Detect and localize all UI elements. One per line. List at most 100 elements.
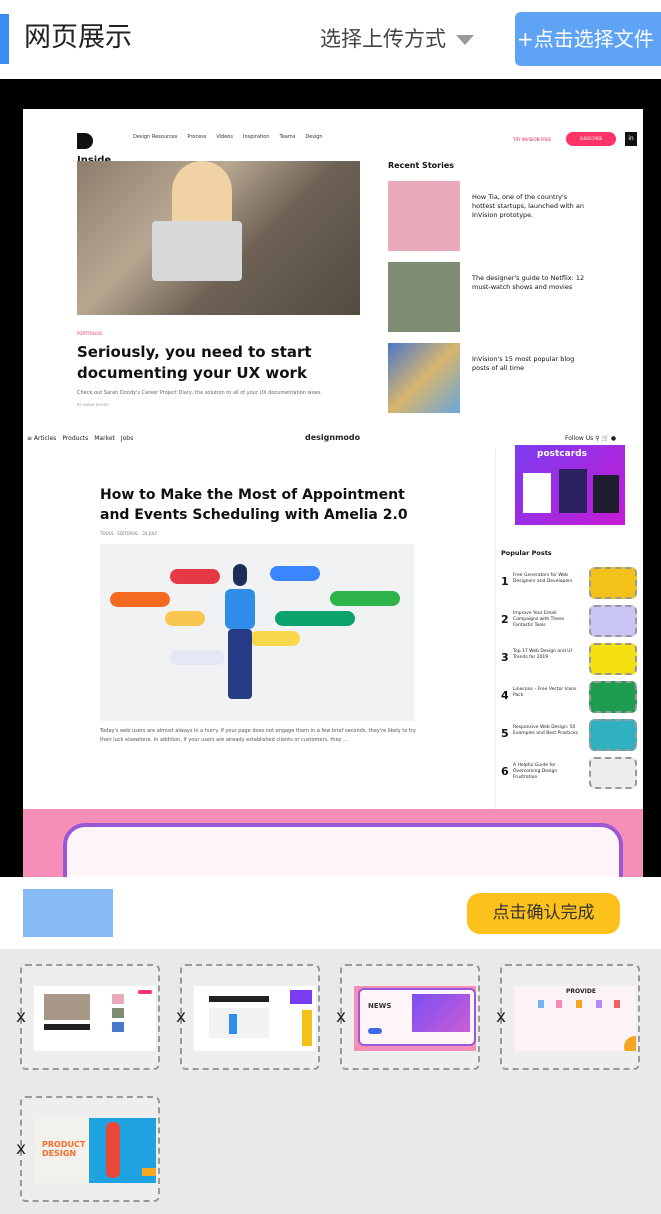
- article-tag: PORTFOLIOS: [77, 331, 103, 336]
- popular-post: 4 Linecons – Free Vector Icons Pack: [501, 681, 641, 715]
- designmodo-sidebar: postcards Popular Posts 1 Free Generator…: [495, 445, 643, 809]
- recent-story: The designer's guide to Netflix: 12 must…: [388, 262, 638, 332]
- byline: BY SARAH DOODY: [77, 403, 109, 407]
- news-page-preview: [23, 809, 643, 877]
- recent-story: How Tia, one of the country's hottest st…: [388, 181, 638, 251]
- caret-down-icon: [456, 35, 474, 45]
- story-image: [388, 343, 460, 413]
- remove-icon[interactable]: x: [336, 1008, 346, 1026]
- post-thumbnail: [589, 719, 637, 751]
- postcards-mockup: [593, 475, 619, 513]
- news-card: [63, 823, 623, 877]
- designmodo-follow: Follow Us ⚲ 🛒 ●: [565, 435, 616, 442]
- thumbnail-image: [34, 986, 156, 1051]
- post-rank: 3: [501, 651, 509, 664]
- post-title: Top 17 Web Design and UI Trends for 2019: [513, 649, 572, 660]
- figure-legs: [228, 629, 252, 699]
- action-bar: 点击确认完成: [0, 877, 661, 949]
- thumbnail-item[interactable]: x: [176, 964, 320, 1070]
- designmodo-page: How to Make the Most of Appointment and …: [23, 445, 643, 809]
- selected-indicator: [23, 889, 113, 937]
- user-icon: ●: [610, 435, 617, 442]
- illustration-pill: [330, 591, 400, 606]
- article-body: Today's web users are almost always in a…: [100, 728, 416, 743]
- post-rank: 6: [501, 765, 509, 778]
- summary-text: Check out Sarah Doody's Career Project D…: [77, 390, 323, 396]
- post-thumbnail: [589, 681, 637, 713]
- figure-torso: [225, 589, 255, 629]
- thumbnail-item[interactable]: x PROVIDE: [496, 964, 640, 1070]
- illustration-pill: [170, 650, 225, 665]
- nav-item: Products: [62, 435, 89, 442]
- postcards-mockup: [523, 473, 551, 513]
- thumbnail-image: NEWS: [354, 986, 476, 1051]
- thumbnail-item[interactable]: x NEWS: [336, 964, 480, 1070]
- illustration-pill: [250, 631, 300, 646]
- follow-label: Follow Us: [565, 435, 594, 442]
- story-title: The designer's guide to Netflix: 12 must…: [472, 274, 585, 291]
- post-thumbnail: [589, 567, 637, 599]
- illustration-pill: [275, 611, 355, 626]
- post-thumbnail: [589, 643, 637, 675]
- inside-design-nav: Design Resources Process Videos Inspirat…: [133, 134, 323, 140]
- post-thumbnail: [589, 757, 637, 789]
- nav-item: ≡ Articles: [27, 435, 57, 442]
- upload-method-label: 选择上传方式: [320, 27, 446, 51]
- thumbnail-item[interactable]: x: [16, 964, 160, 1070]
- remove-icon[interactable]: x: [16, 1140, 26, 1158]
- illustration-pill: [110, 592, 170, 607]
- popular-post: 1 Free Generators for Web Designers and …: [501, 567, 641, 601]
- invision-icon: in: [625, 132, 637, 146]
- article-illustration: [100, 544, 414, 721]
- title-accent-bar: [0, 14, 9, 64]
- popular-posts-title: Popular Posts: [501, 549, 552, 557]
- post-rank: 1: [501, 575, 509, 588]
- nav-item: Inspiration: [242, 134, 270, 140]
- illustration-pill: [270, 566, 320, 581]
- page-title: 网页展示: [24, 22, 132, 53]
- illustration-pill: [165, 611, 205, 626]
- preview-screenshot: Inside Design by InVision Design Resourc…: [23, 109, 643, 877]
- remove-icon[interactable]: x: [16, 1008, 26, 1026]
- article-meta: TOOLS · EDITORIAL · 24 JULY: [100, 531, 158, 536]
- thumbnail-item[interactable]: x PRODUCT DESIGN: [16, 1096, 160, 1202]
- recent-story: InVision's 15 most popular blog posts of…: [388, 343, 638, 413]
- article-headline: How to Make the Most of Appointment and …: [100, 487, 408, 523]
- remove-icon[interactable]: x: [176, 1008, 186, 1026]
- laptop-shape: [152, 221, 242, 281]
- cart-icon: 🛒: [601, 435, 609, 442]
- post-title: Improve Your Email Campaigns with These …: [513, 611, 565, 628]
- inside-design-logo-icon: [77, 133, 93, 149]
- thumbnail-image: PRODUCT DESIGN: [34, 1118, 156, 1183]
- thumbnail-image: [194, 986, 316, 1051]
- confirm-button[interactable]: 点击确认完成: [467, 893, 620, 934]
- nav-item: Teams: [279, 134, 296, 140]
- post-rank: 4: [501, 689, 509, 702]
- select-file-button[interactable]: +点击选择文件: [515, 12, 661, 66]
- person-shape: [172, 161, 232, 221]
- post-title: A Helpful Guide for Overcoming Design Fr…: [513, 763, 558, 780]
- post-title: Responsive Web Design: 50 Examples and B…: [513, 725, 578, 736]
- post-title: Free Generators for Web Designers and De…: [513, 573, 573, 584]
- recent-stories-title: Recent Stories: [388, 161, 455, 170]
- remove-icon[interactable]: x: [496, 1008, 506, 1026]
- postcards-ad: postcards: [515, 445, 625, 525]
- nav-item: Videos: [216, 134, 233, 140]
- designmodo-logo: designmodo: [305, 433, 361, 442]
- page-header: 网页展示 选择上传方式 +点击选择文件: [0, 0, 661, 78]
- try-free-link: TRY INVISION FREE: [513, 137, 552, 142]
- subscribe-button: SUBSCRIBE: [566, 132, 616, 146]
- popular-post: 5 Responsive Web Design: 50 Examples and…: [501, 719, 641, 753]
- nav-item: Market: [94, 435, 115, 442]
- story-title: InVision's 15 most popular blog posts of…: [472, 355, 575, 372]
- thumbnail-list: x x x NEWS x PROVIDE x PRODUCT DESIGN: [0, 949, 661, 1214]
- webpage-preview: Inside Design by InVision Design Resourc…: [0, 79, 661, 877]
- hero-image: [77, 161, 360, 315]
- designmodo-nav: ≡ Articles Products Market Jobs: [27, 435, 133, 442]
- post-rank: 5: [501, 727, 509, 740]
- story-image: [388, 181, 460, 251]
- postcards-mockup: [559, 469, 587, 513]
- post-title: Linecons – Free Vector Icons Pack: [513, 687, 577, 698]
- postcards-label: postcards: [537, 449, 587, 459]
- upload-method-dropdown[interactable]: 选择上传方式: [320, 22, 474, 56]
